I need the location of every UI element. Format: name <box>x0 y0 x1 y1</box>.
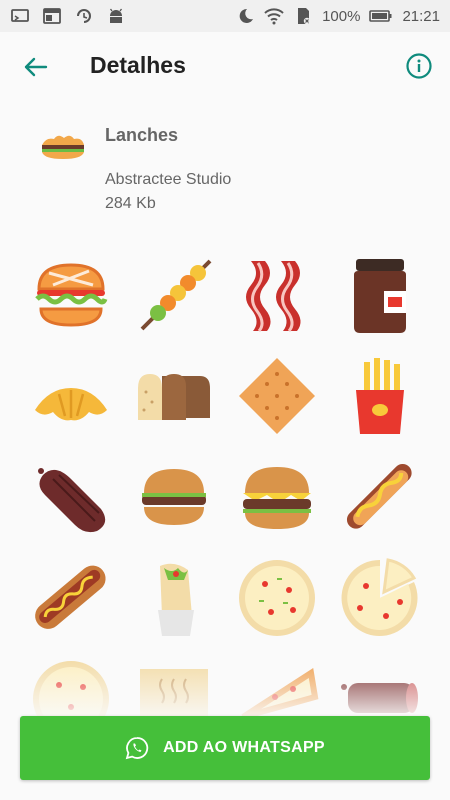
pack-thumbnail-icon <box>42 135 84 159</box>
sticker-cracker[interactable] <box>226 346 328 446</box>
app-bar: Detalhes <box>0 32 450 100</box>
wifi-icon <box>264 8 284 25</box>
grid-fade <box>0 660 450 720</box>
sync-icon <box>77 9 91 23</box>
chocolate-jar-icon <box>354 259 406 333</box>
burrito-icon <box>158 563 194 636</box>
sticker-cheeseburger[interactable] <box>226 447 328 547</box>
sticker-burrito[interactable] <box>123 548 225 648</box>
back-arrow-icon[interactable] <box>20 52 50 82</box>
page-title: Detalhes <box>90 52 186 78</box>
pizza-icon <box>239 560 315 636</box>
pack-size: 284 Kb <box>105 195 156 212</box>
burger-small-icon <box>142 469 206 525</box>
sd-card-icon <box>298 8 311 25</box>
browser-icon <box>43 8 61 24</box>
french-fries-icon <box>356 358 404 434</box>
sticker-pizza-slice-cut[interactable] <box>329 548 430 648</box>
status-left-icons <box>10 7 126 25</box>
add-to-whatsapp-button[interactable]: ADD AO WHATSAPP <box>20 716 430 780</box>
sticker-pizza[interactable] <box>226 548 328 648</box>
croissant-icon <box>35 388 107 421</box>
whatsapp-icon <box>125 737 149 760</box>
sticker-burger-small[interactable] <box>123 447 225 547</box>
info-icon[interactable] <box>405 52 433 80</box>
battery-icon <box>369 10 392 22</box>
moon-icon <box>239 8 254 23</box>
status-right-icons: 100% 21:21 <box>235 7 440 25</box>
sticker-french-fries[interactable] <box>329 346 430 446</box>
add-to-whatsapp-label: ADD AO WHATSAPP <box>163 739 325 756</box>
sticker-chocolate-jar[interactable] <box>329 245 430 345</box>
sticker-bacon[interactable] <box>226 245 328 345</box>
sticker-kebab[interactable] <box>123 245 225 345</box>
pack-name: Lanches <box>105 125 179 145</box>
cheeseburger-icon <box>243 467 311 529</box>
bread-loaf-icon <box>138 374 210 420</box>
sticker-hotdog-mustard[interactable] <box>329 447 430 547</box>
cracker-icon <box>239 358 315 434</box>
sticker-grid <box>20 245 430 725</box>
sticker-croissant[interactable] <box>20 346 122 446</box>
pack-author: Abstractee Studio <box>105 171 232 188</box>
pack-info: Lanches Abstractee Studio 284 Kb <box>0 115 450 225</box>
salami-icon <box>38 468 106 533</box>
hotdog-icon <box>35 565 106 629</box>
sticker-salami[interactable] <box>20 447 122 547</box>
pizza-slice-cut-icon <box>341 558 418 636</box>
sticker-hotdog[interactable] <box>20 548 122 648</box>
status-bar: 100% 21:21 <box>0 0 450 32</box>
hotdog-mustard-icon <box>346 463 412 529</box>
kebab-icon <box>140 259 212 331</box>
clock: 21:21 <box>402 7 440 25</box>
sticker-bread-loaf[interactable] <box>123 346 225 446</box>
screen-cast-icon <box>11 9 29 22</box>
burger-icon <box>35 263 108 327</box>
bacon-icon <box>246 261 301 332</box>
battery-percent: 100% <box>322 7 361 25</box>
sticker-burger[interactable] <box>20 245 122 345</box>
android-icon <box>109 8 123 23</box>
